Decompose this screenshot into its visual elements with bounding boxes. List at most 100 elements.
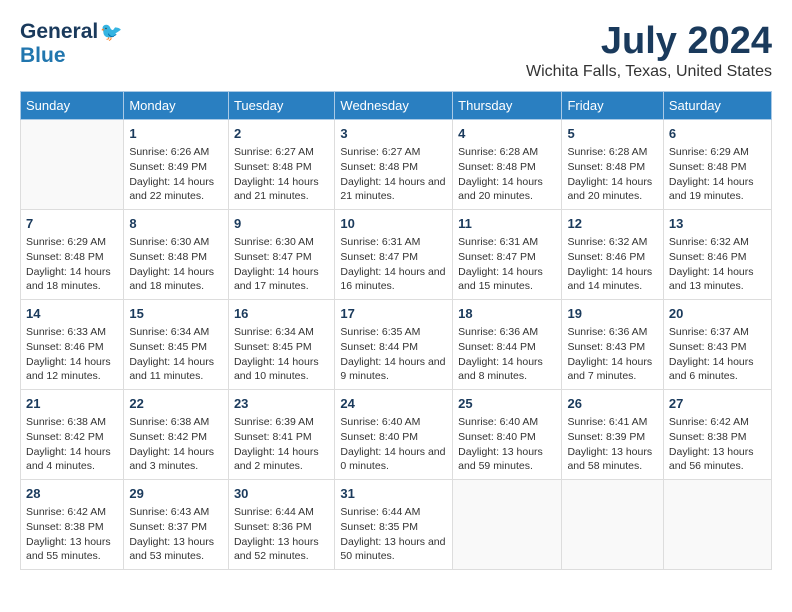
day-number: 4 (458, 125, 556, 143)
day-number: 28 (26, 485, 118, 503)
calendar-week-3: 14 Sunrise: 6:33 AMSunset: 8:46 PMDayligh… (21, 300, 772, 390)
day-sun-info: Sunrise: 6:31 AMSunset: 8:47 PMDaylight:… (458, 235, 556, 294)
calendar-cell (453, 480, 562, 570)
day-number: 9 (234, 215, 329, 233)
day-sun-info: Sunrise: 6:36 AMSunset: 8:43 PMDaylight:… (567, 325, 657, 384)
day-number: 14 (26, 305, 118, 323)
day-sun-info: Sunrise: 6:31 AMSunset: 8:47 PMDaylight:… (340, 235, 447, 294)
day-sun-info: Sunrise: 6:27 AMSunset: 8:48 PMDaylight:… (234, 145, 329, 204)
calendar-cell: 26 Sunrise: 6:41 AMSunset: 8:39 PMDayligh… (562, 390, 663, 480)
calendar-cell: 1Sunrise: 6:26 AMSunset: 8:49 PMDaylight… (124, 120, 229, 210)
day-sun-info: Sunrise: 6:32 AMSunset: 8:46 PMDaylight:… (567, 235, 657, 294)
day-number: 23 (234, 395, 329, 413)
weekday-header-thursday: Thursday (453, 92, 562, 120)
day-sun-info: Sunrise: 6:44 AMSunset: 8:36 PMDaylight:… (234, 505, 329, 564)
day-sun-info: Sunrise: 6:30 AMSunset: 8:47 PMDaylight:… (234, 235, 329, 294)
day-number: 29 (129, 485, 223, 503)
weekday-header-saturday: Saturday (663, 92, 771, 120)
calendar-cell: 27Sunrise: 6:42 AMSunset: 8:38 PMDayligh… (663, 390, 771, 480)
logo: General 🐦 Blue (20, 20, 123, 68)
day-number: 2 (234, 125, 329, 143)
month-year-title: July 2024 (526, 20, 772, 63)
day-sun-info: Sunrise: 6:32 AMSunset: 8:46 PMDaylight:… (669, 235, 766, 294)
calendar-cell: 5 Sunrise: 6:28 AMSunset: 8:48 PMDaylight… (562, 120, 663, 210)
calendar-cell: 31 Sunrise: 6:44 AMSunset: 8:35 PMDayligh… (335, 480, 453, 570)
day-number: 1 (129, 125, 223, 143)
calendar-cell (21, 120, 124, 210)
day-sun-info: Sunrise: 6:33 AMSunset: 8:46 PMDaylight:… (26, 325, 118, 384)
calendar-cell: 18Sunrise: 6:36 AMSunset: 8:44 PMDayligh… (453, 300, 562, 390)
day-number: 3 (340, 125, 447, 143)
day-number: 18 (458, 305, 556, 323)
day-number: 25 (458, 395, 556, 413)
calendar-cell: 13 Sunrise: 6:32 AMSunset: 8:46 PMDayligh… (663, 210, 771, 300)
day-sun-info: Sunrise: 6:38 AMSunset: 8:42 PMDaylight:… (26, 415, 118, 474)
calendar-cell: 28 Sunrise: 6:42 AMSunset: 8:38 PMDayligh… (21, 480, 124, 570)
day-sun-info: Sunrise: 6:28 AMSunset: 8:48 PMDaylight:… (567, 145, 657, 204)
day-number: 10 (340, 215, 447, 233)
calendar-week-1: 1Sunrise: 6:26 AMSunset: 8:49 PMDaylight… (21, 120, 772, 210)
calendar-cell: 14 Sunrise: 6:33 AMSunset: 8:46 PMDayligh… (21, 300, 124, 390)
logo-bird-icon: 🐦 (100, 22, 122, 43)
calendar-cell: 11 Sunrise: 6:31 AMSunset: 8:47 PMDayligh… (453, 210, 562, 300)
day-number: 24 (340, 395, 447, 413)
day-number: 26 (567, 395, 657, 413)
calendar-cell: 22 Sunrise: 6:38 AMSunset: 8:42 PMDayligh… (124, 390, 229, 480)
calendar-week-4: 21 Sunrise: 6:38 AMSunset: 8:42 PMDayligh… (21, 390, 772, 480)
calendar-cell: 19 Sunrise: 6:36 AMSunset: 8:43 PMDayligh… (562, 300, 663, 390)
day-number: 11 (458, 215, 556, 233)
day-sun-info: Sunrise: 6:41 AMSunset: 8:39 PMDaylight:… (567, 415, 657, 474)
calendar-cell: 29Sunrise: 6:43 AMSunset: 8:37 PMDayligh… (124, 480, 229, 570)
weekday-header-wednesday: Wednesday (335, 92, 453, 120)
day-number: 5 (567, 125, 657, 143)
calendar-cell: 25 Sunrise: 6:40 AMSunset: 8:40 PMDayligh… (453, 390, 562, 480)
day-sun-info: Sunrise: 6:29 AMSunset: 8:48 PMDaylight:… (26, 235, 118, 294)
day-sun-info: Sunrise: 6:38 AMSunset: 8:42 PMDaylight:… (129, 415, 223, 474)
calendar-cell: 3 Sunrise: 6:27 AMSunset: 8:48 PMDaylight… (335, 120, 453, 210)
weekday-header-tuesday: Tuesday (228, 92, 334, 120)
day-sun-info: Sunrise: 6:39 AMSunset: 8:41 PMDaylight:… (234, 415, 329, 474)
day-number: 8 (129, 215, 223, 233)
calendar-cell (663, 480, 771, 570)
weekday-header-sunday: Sunday (21, 92, 124, 120)
day-sun-info: Sunrise: 6:42 AMSunset: 8:38 PMDaylight:… (669, 415, 766, 474)
calendar-cell: 16Sunrise: 6:34 AMSunset: 8:45 PMDayligh… (228, 300, 334, 390)
day-number: 19 (567, 305, 657, 323)
calendar-cell: 21 Sunrise: 6:38 AMSunset: 8:42 PMDayligh… (21, 390, 124, 480)
day-number: 22 (129, 395, 223, 413)
day-number: 13 (669, 215, 766, 233)
day-number: 30 (234, 485, 329, 503)
day-number: 21 (26, 395, 118, 413)
day-sun-info: Sunrise: 6:40 AMSunset: 8:40 PMDaylight:… (458, 415, 556, 474)
day-sun-info: Sunrise: 6:37 AMSunset: 8:43 PMDaylight:… (669, 325, 766, 384)
day-sun-info: Sunrise: 6:27 AMSunset: 8:48 PMDaylight:… (340, 145, 447, 204)
day-number: 6 (669, 125, 766, 143)
page-header: General 🐦 Blue July 2024 Wichita Falls, … (20, 20, 772, 81)
calendar-table: SundayMondayTuesdayWednesdayThursdayFrid… (20, 91, 772, 570)
day-number: 7 (26, 215, 118, 233)
logo-blue: Blue (20, 44, 66, 68)
day-sun-info: Sunrise: 6:30 AMSunset: 8:48 PMDaylight:… (129, 235, 223, 294)
day-number: 31 (340, 485, 447, 503)
day-sun-info: Sunrise: 6:42 AMSunset: 8:38 PMDaylight:… (26, 505, 118, 564)
day-number: 20 (669, 305, 766, 323)
calendar-cell (562, 480, 663, 570)
weekday-header-row: SundayMondayTuesdayWednesdayThursdayFrid… (21, 92, 772, 120)
calendar-week-5: 28 Sunrise: 6:42 AMSunset: 8:38 PMDayligh… (21, 480, 772, 570)
calendar-cell: 15Sunrise: 6:34 AMSunset: 8:45 PMDayligh… (124, 300, 229, 390)
location-label: Wichita Falls, Texas, United States (526, 63, 772, 81)
day-sun-info: Sunrise: 6:44 AMSunset: 8:35 PMDaylight:… (340, 505, 447, 564)
calendar-cell: 8 Sunrise: 6:30 AMSunset: 8:48 PMDaylight… (124, 210, 229, 300)
day-sun-info: Sunrise: 6:35 AMSunset: 8:44 PMDaylight:… (340, 325, 447, 384)
day-number: 12 (567, 215, 657, 233)
calendar-cell: 30 Sunrise: 6:44 AMSunset: 8:36 PMDayligh… (228, 480, 334, 570)
calendar-cell: 7 Sunrise: 6:29 AMSunset: 8:48 PMDaylight… (21, 210, 124, 300)
logo-general: General (20, 20, 98, 44)
day-number: 16 (234, 305, 329, 323)
calendar-cell: 10 Sunrise: 6:31 AMSunset: 8:47 PMDayligh… (335, 210, 453, 300)
calendar-cell: 12 Sunrise: 6:32 AMSunset: 8:46 PMDayligh… (562, 210, 663, 300)
calendar-cell: 2 Sunrise: 6:27 AMSunset: 8:48 PMDaylight… (228, 120, 334, 210)
calendar-cell: 23 Sunrise: 6:39 AMSunset: 8:41 PMDayligh… (228, 390, 334, 480)
calendar-cell: 9 Sunrise: 6:30 AMSunset: 8:47 PMDaylight… (228, 210, 334, 300)
calendar-week-2: 7 Sunrise: 6:29 AMSunset: 8:48 PMDaylight… (21, 210, 772, 300)
